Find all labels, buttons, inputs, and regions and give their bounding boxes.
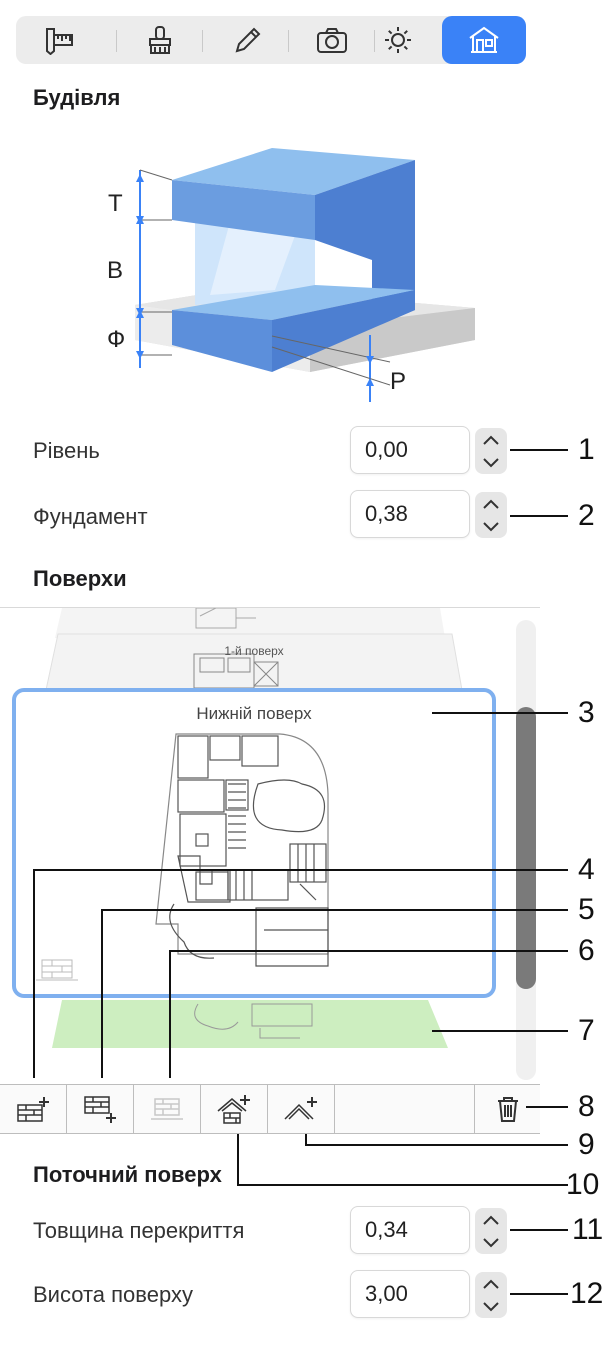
callout-lines [33,449,568,1295]
callout-1: 1 [578,433,595,466]
callout-4: 4 [578,853,595,886]
callout-12: 12 [570,1277,604,1310]
callout-9: 9 [578,1128,595,1161]
callout-8: 8 [578,1090,595,1123]
callout-3: 3 [578,696,595,729]
callout-11: 11 [572,1213,604,1246]
callout-5: 5 [578,893,595,926]
callout-2: 2 [578,499,595,532]
callout-10: 10 [566,1168,600,1201]
callout-7: 7 [578,1014,595,1047]
callout-6: 6 [578,934,595,967]
